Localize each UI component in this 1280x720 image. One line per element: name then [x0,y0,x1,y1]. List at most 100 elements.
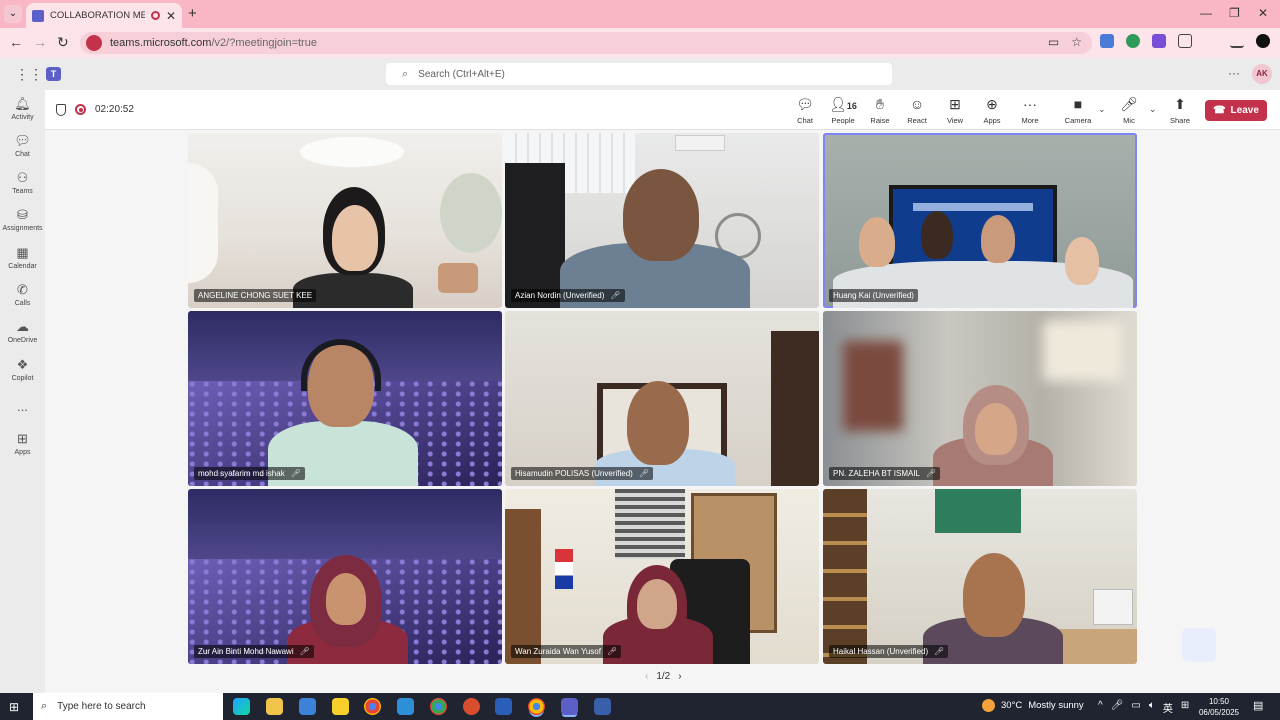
forward-button[interactable]: → [33,34,47,50]
taskbar-search-input[interactable]: ⌕ Type here to search [33,693,223,720]
view-button[interactable]: ⊞ View [937,96,973,125]
store-icon[interactable] [299,698,316,715]
extension-icon[interactable] [1126,34,1140,48]
download-icon[interactable] [1230,34,1244,48]
rail-item-calendar[interactable]: ▦ Calendar [0,245,45,270]
tab-search-button[interactable]: ⌄ [4,5,22,23]
video-tile[interactable]: mohd syafarim md ishak 🎤︎ [188,311,502,486]
previous-page-icon[interactable]: ‹ [645,671,648,682]
notification-icon[interactable]: ▤ [1253,699,1263,712]
browser-toolbar: ← → ↻ teams.microsoft.com/v2/?meetingjoi… [0,28,1280,58]
reload-button[interactable]: ↻ [57,34,69,51]
browser-tab[interactable]: COLLABORATION MEETING ✕ [26,3,182,28]
close-window-button[interactable]: ✕ [1258,6,1268,20]
chevron-up-icon[interactable]: ^ [1098,700,1103,715]
video-tile[interactable]: Zur Ain Binti Mohd Nawawi 🎤︎ [188,489,502,664]
camera-button[interactable]: ■ Camera [1060,96,1096,125]
minimize-button[interactable]: — [1200,6,1212,20]
app-rail: 🔔︎ Activity 💬︎ Chat ⚇ Teams ⛁ Assignments ▦ C… [0,90,45,693]
browser-tab-bar: ⌄ COLLABORATION MEETING ✕ + — ❐ ✕ [0,0,1280,28]
rail-item-teams[interactable]: ⚇ Teams [0,170,45,195]
video-tile[interactable]: PN. ZALEHA BT ISMAIL 🎤︎ [823,311,1137,486]
mic-button[interactable]: 🎤︎ Mic [1111,96,1147,125]
teams-icon[interactable] [561,698,578,715]
video-tile[interactable]: Haikal Hassan (Unverified) 🎤︎ [823,489,1137,664]
system-tray: ^ 🎤︎ ▭ 🔈︎ 英 ⊞ [1098,700,1189,715]
restore-button[interactable]: ❐ [1229,6,1240,20]
volume-icon[interactable]: 🔈︎ [1149,700,1155,715]
clock-time: 10:50 [1208,697,1230,706]
user-avatar[interactable]: AK [1252,64,1272,84]
chat-icon: 💬︎ [796,96,814,112]
rail-item-copilot[interactable]: ❖ Copilot [0,357,45,382]
react-button[interactable]: ☺ React [899,96,935,125]
clock[interactable]: 10:50 06/05/2025 [1198,696,1240,718]
mic-tray-icon[interactable]: 🎤︎ [1111,700,1124,715]
clock-date: 06/05/2025 [1198,708,1240,717]
apps-button[interactable]: ⊕ Apps [974,96,1010,125]
extension-icon[interactable] [1152,34,1166,48]
chrome-profile-icon[interactable] [430,698,447,715]
participant-name-tag: Haikal Hassan (Unverified) 🎤︎ [829,645,949,658]
video-tile-active-speaker[interactable]: Huang Kai (Unverified) [823,133,1137,308]
extensions-puzzle-icon[interactable] [1178,34,1192,48]
windows-taskbar: ⊞ ⌕ Type here to search 30°C Mostly sunn… [0,693,1280,720]
weather-condition: Mostly sunny [1028,700,1084,711]
video-tile[interactable]: Azian Nordin (Unverified) 🎤︎ [505,133,819,308]
profile-avatar[interactable] [1256,34,1270,48]
raise-hand-button[interactable]: ✋︎ Raise [862,96,898,125]
camera-options-chevron-icon[interactable]: ⌄ [1098,104,1106,115]
rail-item-onedrive[interactable]: ☁︎ OneDrive [0,319,45,344]
more-button[interactable]: ··· More [1012,96,1048,125]
more-icon: ··· [1023,96,1037,112]
edge-icon[interactable] [233,698,250,715]
floating-self-view-button[interactable] [1182,628,1216,662]
close-tab-icon[interactable]: ✕ [166,9,176,23]
mic-muted-icon: 🎤︎ [299,647,310,656]
mic-options-chevron-icon[interactable]: ⌄ [1149,104,1157,115]
next-page-icon[interactable]: › [678,671,681,682]
rail-item-calls[interactable]: ✆ Calls [0,282,45,307]
windows-start-icon[interactable]: ⊞ [9,700,19,714]
extension-icon[interactable] [1100,34,1114,48]
leave-button[interactable]: ☎︎ Leave [1205,100,1267,121]
app-icon[interactable] [397,698,414,715]
video-tile[interactable]: Hisamudin POLISAS (Unverified) 🎤︎ [505,311,819,486]
hand-icon: ✋︎ [876,96,884,112]
ime-mode-icon[interactable]: ⊞ [1181,700,1189,715]
word-icon[interactable] [495,698,512,715]
participant-name-tag: Zur Ain Binti Mohd Nawawi 🎤︎ [194,645,314,658]
mic-muted-icon: 🎤︎ [926,469,937,478]
people-button[interactable]: 👤︎16 People [825,96,861,125]
rail-item-activity[interactable]: 🔔︎ Activity [0,96,45,121]
chrome-icon[interactable] [364,698,381,715]
address-bar[interactable]: teams.microsoft.com/v2/?meetingjoin=true… [80,32,1092,54]
weather-widget[interactable]: 30°C Mostly sunny [982,699,1084,712]
app-icon[interactable] [594,698,611,715]
video-tile[interactable]: Wan Zuraida Wan Yusof 🎤︎ [505,489,819,664]
wps-icon[interactable] [463,698,480,715]
back-button[interactable]: ← [9,34,23,50]
rail-item-more[interactable]: ... [0,399,45,415]
meeting-info-shield-icon[interactable] [56,104,66,116]
camera-icon: ■ [1073,96,1083,112]
people-count: 16 [846,101,857,111]
new-tab-button[interactable]: + [188,5,197,22]
video-tile[interactable]: ANGELINE CHONG SUET KEE [188,133,502,308]
settings-more-icon[interactable]: ··· [1228,66,1240,80]
share-button[interactable]: ⬆ Share [1162,96,1198,125]
network-icon[interactable]: ▭ [1131,700,1140,715]
chat-button[interactable]: 💬︎ Chat [787,96,823,125]
search-icon: ⌕ [41,700,48,712]
rail-item-chat[interactable]: 💬︎ Chat [0,133,45,158]
ime-language[interactable]: 英 [1163,700,1173,715]
search-input[interactable]: ⌕ Search (Ctrl+Alt+E) [386,63,892,85]
cast-icon[interactable]: ▭ [1048,35,1059,49]
copilot-icon: ❖ [16,357,29,372]
sticky-notes-icon[interactable] [332,698,349,715]
file-explorer-icon[interactable] [266,698,283,715]
rail-item-assignments[interactable]: ⛁ Assignments [0,207,45,232]
bookmark-star-icon[interactable]: ☆ [1071,35,1082,49]
rail-item-apps[interactable]: ⊞ Apps [0,431,45,456]
chrome-active-icon[interactable] [528,698,545,715]
